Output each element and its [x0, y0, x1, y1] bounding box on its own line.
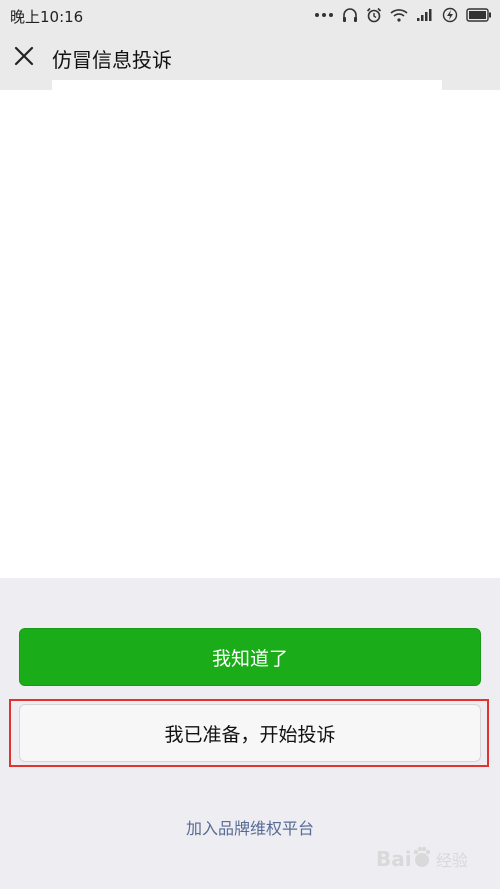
start-complaint-button[interactable]: 我已准备，开始投诉 — [19, 704, 481, 762]
svg-text:经验: 经验 — [436, 851, 468, 870]
svg-text:Bai: Bai — [376, 847, 412, 871]
battery-icon — [466, 8, 491, 22]
wifi-icon — [390, 9, 408, 22]
alarm-icon — [366, 7, 382, 23]
signal-icon — [417, 9, 432, 21]
baidu-jingyan-watermark: Bai 经验 — [376, 846, 468, 871]
page-title: 仿冒信息投诉 — [52, 48, 172, 72]
content-top-strip — [52, 80, 442, 90]
more-icon — [315, 13, 333, 17]
headphones-icon — [343, 8, 357, 22]
close-icon[interactable] — [12, 44, 36, 68]
status-icons — [314, 4, 492, 26]
i-know-button[interactable]: 我知道了 — [19, 628, 481, 686]
status-time: 晚上10:16 — [10, 8, 84, 26]
charging-icon — [442, 7, 458, 23]
content-area — [0, 80, 500, 578]
status-bar: 晚上10:16 — [0, 0, 500, 32]
nav-bar: 仿冒信息投诉 — [0, 32, 500, 80]
